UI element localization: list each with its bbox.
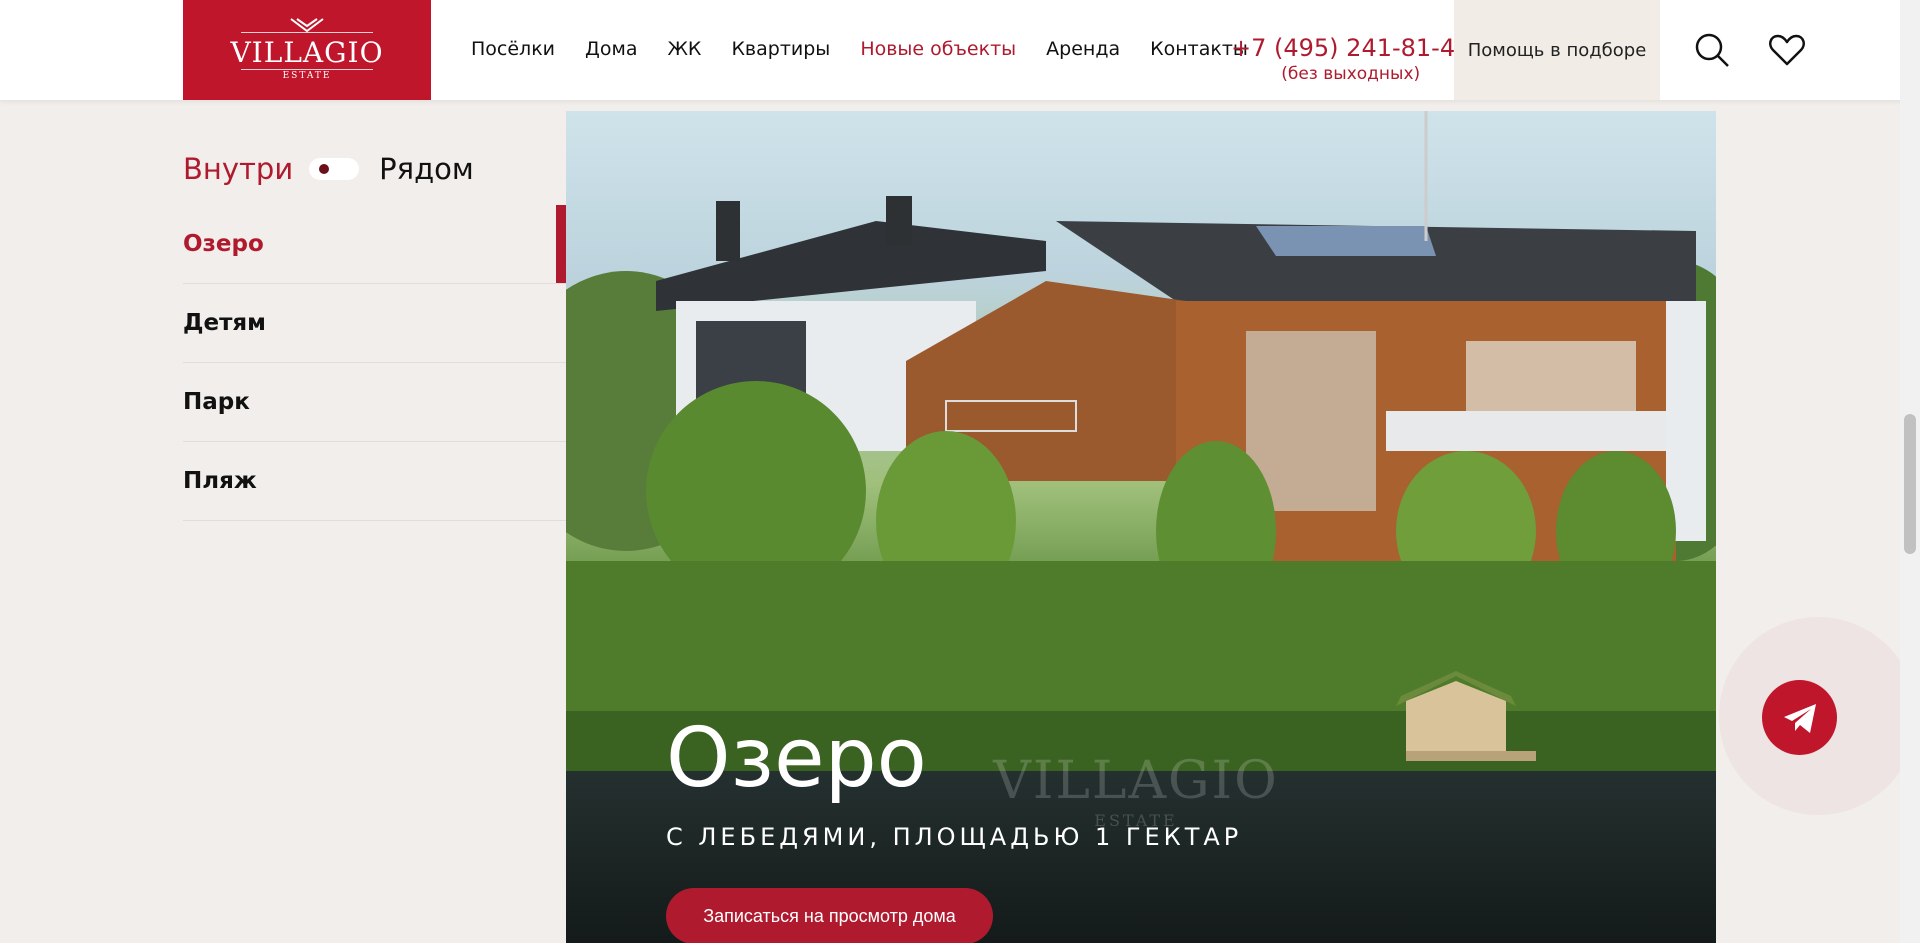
nav-item-zhk[interactable]: ЖК [667,38,701,60]
site-header: VILLAGIO ESTATE Посёлки Дома ЖК Квартиры… [0,0,1920,100]
toggle-label-inside[interactable]: Внутри [183,152,293,186]
menu-item-detyam[interactable]: Детям [183,284,566,363]
menu-item-label: Парк [183,389,250,415]
nav-item-poselki[interactable]: Посёлки [471,38,555,60]
hero-image: VILLAGIO ESTATE Озеро С ЛЕБЕДЯМИ, ПЛОЩАД… [566,111,1716,943]
search-button[interactable] [1692,30,1732,70]
nav-item-novye-obekty[interactable]: Новые объекты [860,38,1016,60]
menu-item-label: Пляж [183,468,257,494]
telegram-icon [1783,703,1816,733]
hero-subtitle: С ЛЕБЕДЯМИ, ПЛОЩАДЬЮ 1 ГЕКТАР [666,823,1243,851]
photo-watermark: VILLAGIO ESTATE [986,751,1286,830]
search-icon [1695,33,1729,67]
heart-icon [1769,34,1805,66]
logo-mark-icon [290,18,324,32]
menu-item-label: Детям [183,310,266,336]
menu-item-park[interactable]: Парк [183,363,566,442]
phone-number[interactable]: +7 (495) 241-81-48 [1231,34,1470,62]
nav-item-doma[interactable]: Дома [585,38,637,60]
logo[interactable]: VILLAGIO ESTATE [183,0,431,100]
inside-near-toggle: Внутри Рядом [183,152,474,186]
logo-sub: ESTATE [282,71,332,81]
logo-name: VILLAGIO [230,36,384,69]
menu-item-ozero[interactable]: Озеро [183,205,566,284]
nav-item-kvartiry[interactable]: Квартиры [731,38,830,60]
nav-item-arenda[interactable]: Аренда [1046,38,1120,60]
book-viewing-button[interactable]: Записаться на просмотр дома [666,888,993,943]
main-nav: Посёлки Дома ЖК Квартиры Новые объекты А… [471,38,1278,60]
toggle-label-near[interactable]: Рядом [379,152,474,186]
menu-item-label: Озеро [183,231,264,257]
page-scrollbar[interactable] [1900,0,1920,943]
logo-line-bottom [241,69,373,70]
logo-line-top [241,32,373,33]
phone-block: +7 (495) 241-81-48 (без выходных) [1231,34,1470,84]
scrollbar-thumb[interactable] [1904,414,1916,554]
favorites-button[interactable] [1767,30,1807,70]
toggle-switch[interactable] [309,158,360,180]
menu-item-plyazh[interactable]: Пляж [183,442,566,521]
watermark-name: VILLAGIO [993,751,1279,811]
toggle-knob [319,164,330,174]
help-label: Помощь в подборе [1467,39,1647,61]
help-button[interactable]: Помощь в подборе [1454,0,1660,100]
hero-title: Озеро [666,711,927,806]
telegram-button[interactable] [1762,680,1837,755]
phone-note: (без выходных) [1281,64,1421,84]
amenities-menu: Озеро Детям Парк Пляж [183,205,566,521]
